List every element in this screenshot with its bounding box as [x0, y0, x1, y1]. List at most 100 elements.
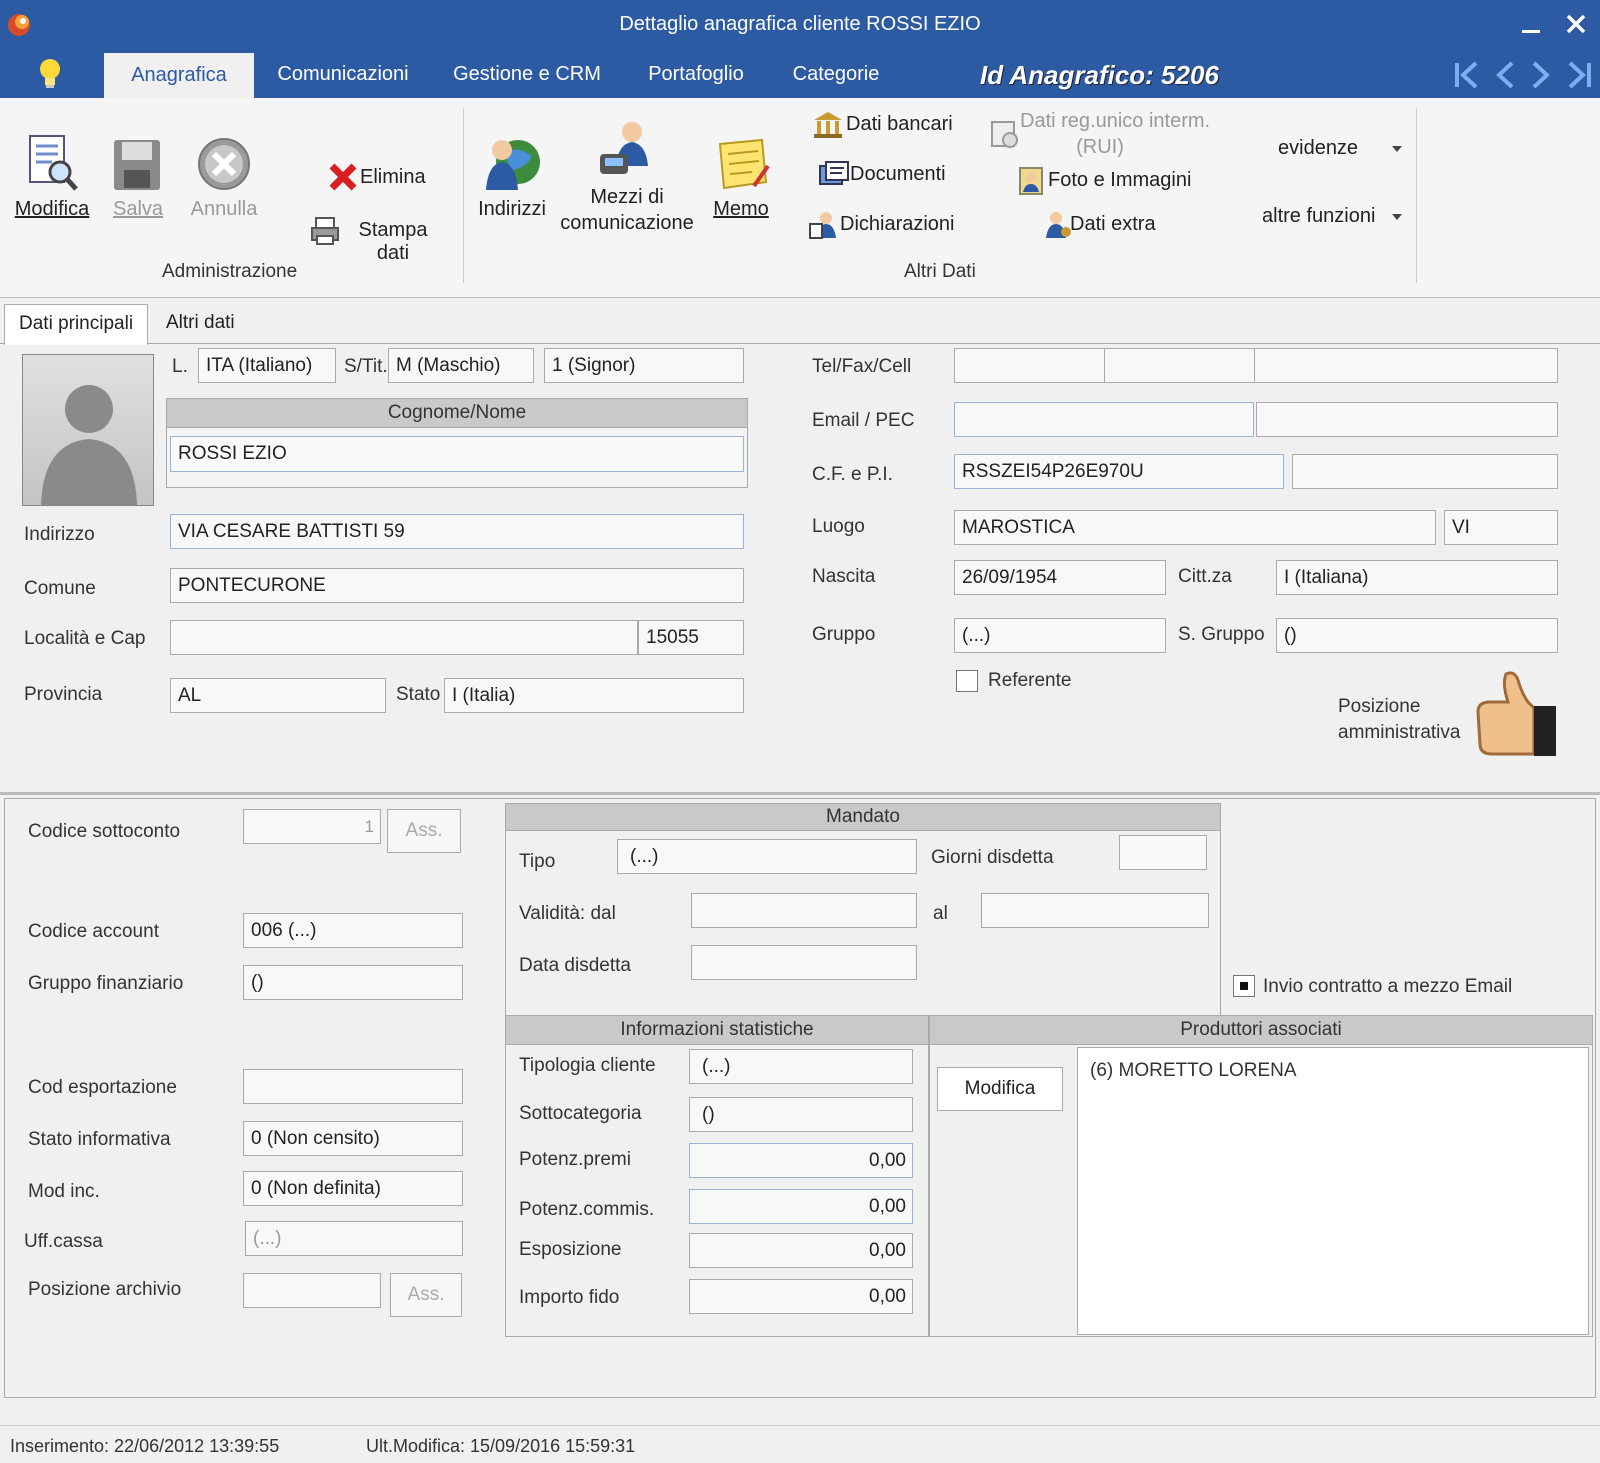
tab-altri-dati[interactable]: Altri dati — [152, 304, 249, 344]
altre-funzioni-dropdown[interactable]: altre funzioni — [1260, 202, 1406, 232]
sottogruppo-field[interactable]: () — [1276, 618, 1558, 653]
fax-field[interactable] — [1104, 348, 1256, 383]
mezzi-comunicazione-button[interactable]: Mezzi di comunicazione — [558, 120, 696, 240]
evidenze-dropdown[interactable]: evidenze — [1276, 134, 1406, 164]
altri-dati-group-label: Altri Dati — [904, 261, 976, 282]
tab-dati-principali[interactable]: Dati principali — [4, 304, 149, 345]
codice-sottoconto-ass-button[interactable]: Ass. — [387, 809, 461, 853]
luogo-field[interactable]: MAROSTICA — [954, 510, 1436, 545]
lightbulb-icon[interactable] — [36, 56, 64, 90]
tab-categorie[interactable]: Categorie — [786, 50, 886, 98]
tab-portafoglio[interactable]: Portafoglio — [640, 50, 752, 98]
modifica-button[interactable]: Modifica — [10, 132, 94, 232]
posizione-archivio-ass-button[interactable]: Ass. — [390, 1273, 462, 1317]
esposizione-field[interactable]: 0,00 — [689, 1233, 913, 1268]
upper-form-panel: L. ITA (Italiano) S/Tit. M (Maschio) 1 (… — [0, 344, 1600, 792]
stato-field[interactable]: I (Italia) — [444, 678, 744, 713]
minimize-icon[interactable] — [1516, 12, 1546, 38]
tipo-field[interactable]: (...) — [617, 839, 917, 874]
elimina-button[interactable]: Elimina — [328, 162, 428, 194]
dati-bancari-button[interactable]: Dati bancari — [812, 108, 962, 142]
dati-extra-button[interactable]: Dati extra — [1042, 208, 1182, 242]
data-disdetta-field[interactable] — [691, 945, 917, 980]
lingua-label: L. — [172, 356, 188, 377]
posizione-archivio-field[interactable] — [243, 1273, 381, 1308]
sesso-field[interactable]: M (Maschio) — [388, 348, 534, 383]
avatar[interactable] — [22, 354, 154, 506]
indirizzi-button[interactable]: Indirizzi — [476, 132, 548, 232]
tipologia-cliente-field[interactable]: (...) — [689, 1049, 913, 1084]
first-record-icon[interactable] — [1452, 60, 1480, 90]
section-divider — [0, 792, 1600, 795]
elimina-label: Elimina — [360, 166, 426, 188]
lower-form-panel: Codice sottoconto 1 Ass. Codice account … — [4, 798, 1596, 1398]
memo-button[interactable]: Memo — [706, 132, 776, 232]
last-record-icon[interactable] — [1566, 60, 1596, 90]
nascita-label: Nascita — [812, 566, 876, 587]
comune-field[interactable]: PONTECURONE — [170, 568, 744, 603]
mod-inc-field[interactable]: 0 (Non definita) — [243, 1171, 463, 1206]
stato-label: Stato — [396, 684, 441, 705]
tab-anagrafica[interactable]: Anagrafica — [104, 53, 254, 98]
gruppo-finanziario-field[interactable]: () — [243, 965, 463, 1000]
foto-immagini-button[interactable]: Foto e Immagini — [1018, 164, 1198, 198]
sottocategoria-label: Sottocategoria — [519, 1103, 642, 1124]
subtab-bar: Dati principali Altri dati — [0, 300, 1600, 345]
thumbs-up-icon[interactable] — [1470, 668, 1560, 760]
codice-fiscale-field[interactable]: RSSZEI54P26E970U — [954, 454, 1284, 489]
tab-gestione-crm[interactable]: Gestione e CRM — [450, 50, 604, 98]
salva-button[interactable]: Salva — [102, 132, 174, 232]
cf-piva-label: C.F. e P.I. — [812, 464, 893, 485]
annulla-button[interactable]: Annulla — [182, 132, 266, 232]
informazioni-statistiche-header: Informazioni statistiche — [505, 1015, 929, 1045]
stampa-dati-label: Stampa dati — [358, 219, 428, 264]
indirizzo-field[interactable]: VIA CESARE BATTISTI 59 — [170, 514, 744, 549]
dichiarazioni-button[interactable]: Dichiarazioni — [808, 208, 968, 242]
next-record-icon[interactable] — [1530, 60, 1552, 90]
cellulare-field[interactable] — [1254, 348, 1558, 383]
giorni-disdetta-field[interactable] — [1119, 835, 1207, 870]
luogo-provincia-field[interactable]: VI — [1444, 510, 1558, 545]
cod-esportazione-field[interactable] — [243, 1069, 463, 1104]
provincia-field[interactable]: AL — [170, 678, 386, 713]
telefono-field[interactable] — [954, 348, 1106, 383]
previous-record-icon[interactable] — [1494, 60, 1516, 90]
documents-icon — [819, 161, 849, 185]
rui-button[interactable]: Dati reg.unico interm. (RUI) — [986, 106, 1216, 166]
potenz-commis-field[interactable]: 0,00 — [689, 1189, 913, 1224]
titolo-field[interactable]: 1 (Signor) — [544, 348, 744, 383]
produttori-modifica-button[interactable]: Modifica — [937, 1067, 1063, 1111]
stato-informativa-field[interactable]: 0 (Non censito) — [243, 1121, 463, 1156]
email-field[interactable] — [954, 402, 1254, 437]
cognome-nome-field[interactable]: ROSSI EZIO — [170, 436, 744, 472]
codice-sottoconto-field[interactable]: 1 — [243, 809, 381, 844]
gruppo-field[interactable]: (...) — [954, 618, 1166, 653]
partita-iva-field[interactable] — [1292, 454, 1558, 489]
close-icon[interactable] — [1565, 13, 1587, 35]
cittadinanza-field[interactable]: I (Italiana) — [1276, 560, 1558, 595]
codice-account-field[interactable]: 006 (...) — [243, 913, 463, 948]
documenti-button[interactable]: Documenti — [818, 158, 958, 192]
cancel-circle-icon — [198, 138, 250, 190]
validita-al-field[interactable] — [981, 893, 1209, 928]
produttori-list[interactable]: (6) MORETTO LORENA — [1077, 1047, 1589, 1335]
uff-cassa-field[interactable]: (...) — [245, 1221, 463, 1256]
sottogruppo-label: S. Gruppo — [1178, 624, 1265, 645]
invio-contratto-email-checkbox[interactable] — [1233, 975, 1255, 997]
stampa-dati-button[interactable]: Stampa dati — [310, 214, 446, 264]
localita-field[interactable] — [170, 620, 638, 655]
referente-checkbox[interactable] — [956, 670, 978, 692]
validita-dal-field[interactable] — [691, 893, 917, 928]
sottocategoria-field[interactable]: () — [689, 1097, 913, 1132]
cap-field[interactable]: 15055 — [638, 620, 744, 655]
phone-person-icon — [600, 122, 648, 174]
potenz-premi-field[interactable]: 0,00 — [689, 1143, 913, 1178]
lingua-field[interactable]: ITA (Italiano) — [198, 348, 336, 383]
tab-comunicazioni[interactable]: Comunicazioni — [270, 50, 416, 98]
list-item[interactable]: (6) MORETTO LORENA — [1090, 1060, 1297, 1082]
pec-field[interactable] — [1256, 402, 1558, 437]
importo-fido-field[interactable]: 0,00 — [689, 1279, 913, 1314]
esposizione-label: Esposizione — [519, 1239, 622, 1260]
id-anagrafico: Id Anagrafico: 5206 — [980, 60, 1219, 90]
nascita-field[interactable]: 26/09/1954 — [954, 560, 1166, 595]
